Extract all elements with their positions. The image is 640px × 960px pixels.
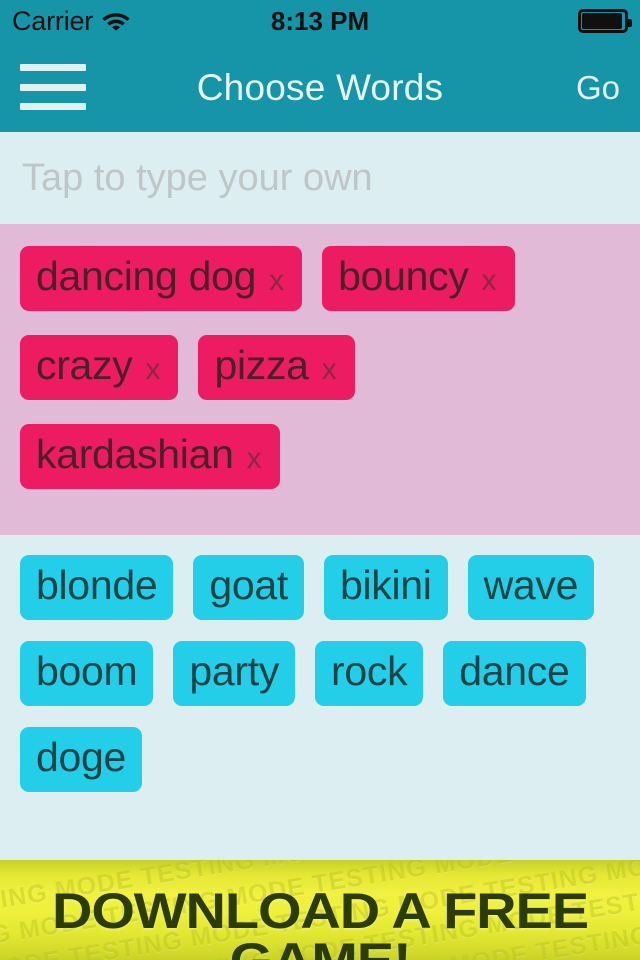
remove-word-icon[interactable]: x xyxy=(269,266,284,296)
remove-word-icon[interactable]: x xyxy=(322,355,337,385)
selected-word-label: kardashian xyxy=(36,431,234,478)
selected-word-tag[interactable]: kardashian x xyxy=(20,424,280,490)
ad-banner[interactable]: TESTING MODE TESTING MODE TESTING MODE T… xyxy=(0,860,640,960)
battery-icon xyxy=(578,9,632,33)
suggested-word-chip[interactable]: doge xyxy=(20,727,143,793)
go-button[interactable]: Go xyxy=(576,71,620,104)
suggested-word-chip[interactable]: wave xyxy=(467,555,595,621)
selected-word-tag[interactable]: crazy x xyxy=(20,335,179,401)
selected-words-area: dancing dog x bouncy x crazy x pizza x kardashia… xyxy=(0,224,640,536)
selected-word-tag[interactable]: dancing dog x xyxy=(20,246,303,312)
suggested-word-chip[interactable]: party xyxy=(173,641,296,707)
remove-word-icon[interactable]: x xyxy=(482,266,497,296)
custom-word-input[interactable] xyxy=(0,132,640,224)
ad-watermark-line: TESTING MODE TESTING MODE TESTING MODE T… xyxy=(0,914,640,960)
selected-words-list: dancing dog x bouncy x crazy x pizza x kardashia… xyxy=(20,246,640,513)
ad-watermark-line: TESTING MODE TESTING MODE TESTING MODE T… xyxy=(0,860,640,960)
suggested-word-label: boom xyxy=(36,648,138,695)
ad-watermark-line: TESTING MODE TESTING MODE TESTING MODE T… xyxy=(0,874,640,960)
suggested-word-label: bikini xyxy=(339,562,432,609)
suggested-word-chip[interactable]: goat xyxy=(193,555,304,621)
suggested-word-chip[interactable]: boom xyxy=(20,641,154,707)
battery-fill xyxy=(582,13,622,29)
suggested-word-label: goat xyxy=(209,562,288,609)
hamburger-bar-3 xyxy=(20,103,86,110)
remove-word-icon[interactable]: x xyxy=(145,355,160,385)
ad-watermark: TESTING MODE TESTING MODE TESTING MODE T… xyxy=(0,860,640,960)
hamburger-bar-1 xyxy=(20,64,86,71)
app-root: Carrier 8:13 PM Choose Words Go Tap to t… xyxy=(0,0,640,960)
status-left-group: Carrier xyxy=(12,7,131,36)
ad-headline: DOWNLOAD A FREE GAME! xyxy=(52,883,589,960)
selected-word-label: dancing dog xyxy=(36,253,257,299)
hamburger-menu-icon[interactable] xyxy=(20,64,86,110)
selected-word-label: crazy xyxy=(36,342,133,389)
suggested-word-label: blonde xyxy=(36,562,158,609)
suggested-words-list: blonde goat bikini wave boom party rock dance do… xyxy=(20,555,640,813)
suggested-word-chip[interactable]: rock xyxy=(315,641,424,707)
selected-word-label: bouncy xyxy=(338,253,469,299)
ad-watermark-line: TESTING MODE TESTING MODE TESTING MODE T… xyxy=(0,860,640,960)
nav-bar: Choose Words Go xyxy=(0,42,640,132)
selected-word-tag[interactable]: pizza x xyxy=(198,335,355,401)
ad-watermark-line: TESTING MODE TESTING MODE TESTING MODE T… xyxy=(0,860,640,960)
status-bar: Carrier 8:13 PM xyxy=(0,0,640,42)
carrier-label: Carrier xyxy=(12,5,94,36)
hamburger-bar-2 xyxy=(20,83,86,91)
suggested-word-label: doge xyxy=(36,734,127,781)
selected-word-label: pizza xyxy=(214,342,309,389)
status-right-group xyxy=(578,9,632,33)
suggested-word-chip[interactable]: dance xyxy=(443,641,586,707)
suggested-words-area[interactable]: blonde goat bikini wave boom party rock dance do… xyxy=(0,535,640,854)
suggested-word-label: party xyxy=(189,648,280,695)
suggested-word-label: dance xyxy=(459,648,570,695)
suggested-word-chip[interactable]: bikini xyxy=(323,555,448,621)
ad-watermark-line: TESTING MODE TESTING MODE TESTING MODE T… xyxy=(0,860,640,927)
page-title: Choose Words xyxy=(196,66,444,108)
remove-word-icon[interactable]: x xyxy=(247,444,262,474)
suggested-word-chip[interactable]: blonde xyxy=(20,555,174,621)
wifi-icon xyxy=(101,9,131,36)
suggested-word-label: wave xyxy=(483,562,579,609)
selected-word-tag[interactable]: bouncy x xyxy=(322,246,515,312)
suggested-word-label: rock xyxy=(331,648,408,695)
